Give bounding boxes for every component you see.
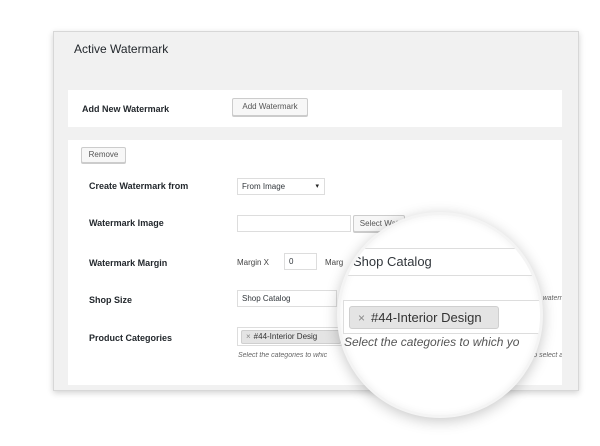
watermark-image-input[interactable] <box>237 215 351 232</box>
add-new-watermark-label: Add New Watermark <box>82 104 170 114</box>
chevron-down-icon: ▾ <box>315 183 319 190</box>
margin-x-label: Margin X <box>237 258 270 267</box>
zoom-magnifier: Shop Catalog × #44-Interior Design Select… <box>337 212 543 418</box>
shop-size-select[interactable]: Shop Catalog <box>237 290 337 307</box>
category-tag: × #44-Interior Desig <box>241 330 341 344</box>
product-categories-label: Product Categories <box>89 333 173 343</box>
magnified-categories-field: × #44-Interior Design <box>343 300 540 334</box>
tag-remove-icon[interactable]: × <box>246 332 251 341</box>
add-watermark-section: Add New Watermark Add Watermark <box>68 90 562 127</box>
category-tag-label: #44-Interior Desig <box>253 332 318 341</box>
magnified-categories-description: Select the categories to which yo <box>344 335 520 349</box>
create-from-select[interactable]: From Image ▾ <box>237 178 325 195</box>
tag-remove-icon: × <box>358 311 366 325</box>
create-from-value: From Image <box>242 182 286 191</box>
add-watermark-button[interactable]: Add Watermark <box>232 98 308 116</box>
margin-y-label: Marg <box>325 258 344 267</box>
margin-x-input[interactable]: 0 <box>284 253 317 270</box>
shop-size-label: Shop Size <box>89 295 133 305</box>
watermark-margin-label: Watermark Margin <box>89 258 168 268</box>
product-categories-select[interactable]: × #44-Interior Desig <box>237 327 342 346</box>
magnified-category-tag-label: #44-Interior Design <box>371 310 482 325</box>
magnified-shop-size-field: Shop Catalog <box>346 248 540 276</box>
magnified-category-tag: × #44-Interior Design <box>349 306 499 329</box>
watermark-image-label: Watermark Image <box>89 218 164 228</box>
create-from-label: Create Watermark from <box>89 181 189 191</box>
remove-button[interactable]: Remove <box>81 147 126 163</box>
panel-title: Active Watermark <box>74 42 169 56</box>
categories-description: Select the categories to whic <box>238 352 328 359</box>
